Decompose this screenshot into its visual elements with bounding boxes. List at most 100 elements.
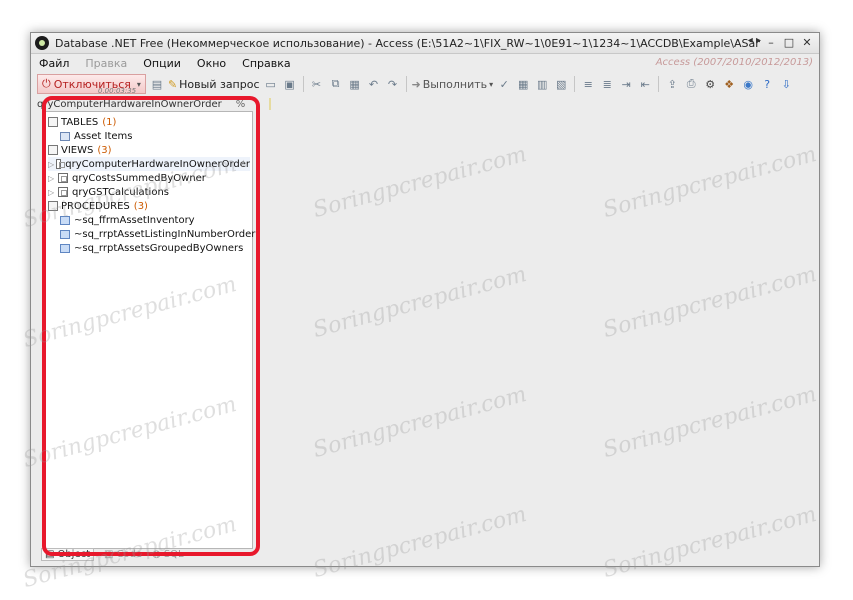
window-controls: – □ ✕ — [763, 35, 815, 50]
tables-count: (1) — [102, 116, 117, 128]
object-tab-icon: ▤ — [45, 548, 55, 560]
align-center-icon[interactable]: ≣ — [599, 76, 615, 92]
folder-icon — [48, 145, 58, 155]
new-query-label: Новый запрос — [179, 77, 260, 91]
open-folder-icon[interactable]: ▭ — [263, 76, 279, 92]
tree-item-procedure-2[interactable]: ~sq_rrptAssetListingInNumberOrder — [60, 227, 255, 241]
views-label: VIEWS — [61, 144, 94, 156]
procedure-icon — [60, 243, 70, 253]
procedure-icon — [60, 215, 70, 225]
code-tab-icon: ▥ — [104, 548, 114, 560]
procedures-count: (3) — [133, 200, 148, 212]
procedure-item-label: ~sq_rrptAssetsGroupedByOwners — [74, 242, 244, 254]
table-icon — [60, 131, 70, 141]
help-icon[interactable]: ? — [759, 76, 775, 92]
menu-window[interactable]: Окно — [189, 57, 234, 70]
web-icon[interactable]: ◉ — [740, 76, 756, 92]
new-query-icon: ✎ — [167, 77, 178, 91]
document-tab-strip: qryComputerHardwareInOwnerOrder % — [37, 97, 272, 111]
tab-object[interactable]: ▤ Object — [41, 547, 95, 561]
save-icon[interactable]: ▣ — [282, 76, 298, 92]
view-icon — [58, 173, 68, 183]
indent-icon[interactable]: ⇥ — [618, 76, 634, 92]
procedures-label: PROCEDURES — [61, 200, 130, 212]
table-item-label: Asset Items — [74, 130, 133, 142]
redo-icon[interactable]: ↷ — [385, 76, 401, 92]
tree-item-procedure-3[interactable]: ~sq_rrptAssetsGroupedByOwners — [60, 241, 243, 255]
procedure-icon — [60, 229, 70, 239]
window-title: Database .NET Free (Некоммерческое испол… — [55, 36, 760, 50]
tab-qry-computer-hardware[interactable]: qryComputerHardwareInOwnerOrder — [37, 99, 222, 110]
paste-icon[interactable]: ▦ — [347, 76, 363, 92]
close-button[interactable]: ✕ — [799, 35, 815, 50]
title-nav-arrows[interactable]: ◂ ▸ — [748, 35, 761, 46]
views-count: (3) — [97, 144, 112, 156]
object-tab-label: Object — [57, 548, 91, 560]
toolbar-separator — [574, 76, 576, 92]
connection-timer: 0.00:03:35 — [98, 87, 137, 95]
document-icon[interactable]: ▤ — [149, 76, 165, 92]
folder-icon — [48, 201, 58, 211]
settings-icon[interactable]: ⚙ — [702, 76, 718, 92]
tree-item-view-1[interactable]: ▷ qryComputerHardwareInOwnerOrder ☆ — [48, 157, 250, 171]
sticky-note-icon[interactable] — [269, 98, 272, 110]
view-item-label: qryComputerHardwareInOwnerOrder — [65, 158, 250, 170]
maximize-button[interactable]: □ — [781, 35, 797, 50]
menu-edit[interactable]: Правка — [77, 57, 135, 70]
print-icon[interactable]: ⎙ — [683, 76, 699, 92]
tree-node-tables[interactable]: TABLES (1) — [48, 115, 116, 129]
grid-icon[interactable]: ▦ — [515, 76, 531, 92]
bottom-tab-strip: ▤ Object ▥ Code ◍ SQL — [41, 547, 184, 561]
check-icon[interactable]: ✓ — [496, 76, 512, 92]
tree-item-view-2[interactable]: ▷ qryCostsSummedByOwner — [48, 171, 206, 185]
toolbar-separator — [658, 76, 660, 92]
view-item-label: qryGSTCalculations — [72, 186, 169, 198]
favorite-star-icon[interactable]: ☆ — [239, 159, 248, 170]
tab-sql[interactable]: ◍ SQL — [152, 549, 184, 560]
outdent-icon[interactable]: ⇤ — [637, 76, 653, 92]
execute-label: Выполнить — [422, 77, 488, 91]
execute-button[interactable]: ➜ Выполнить ▾ — [412, 78, 494, 91]
undo-icon[interactable]: ↶ — [366, 76, 382, 92]
view-icon — [56, 159, 66, 169]
tables-label: TABLES — [61, 116, 99, 128]
object-tree-panel: TABLES (1) Asset Items VIEWS (3) ▷ qryCo… — [43, 111, 255, 549]
code-tab-label: Code — [116, 548, 143, 560]
toolbar: ⏻ Отключиться 0.00:03:35 ▾ ▤ ✎ Новый зап… — [31, 73, 819, 95]
tree-node-views[interactable]: VIEWS (3) — [48, 143, 112, 157]
procedure-item-label: ~sq_rrptAssetListingInNumberOrder — [74, 228, 256, 240]
sql-tab-label: SQL — [163, 548, 184, 560]
tree-node-procedures[interactable]: PROCEDURES (3) — [48, 199, 148, 213]
new-query-button[interactable]: ✎ Новый запрос — [168, 78, 260, 91]
toolbar-separator — [405, 76, 407, 92]
filter-icon[interactable]: ▧ — [553, 76, 569, 92]
tab-code[interactable]: ▥ Code — [104, 549, 142, 560]
plugins-icon[interactable]: ❖ — [721, 76, 737, 92]
table-icon[interactable]: ▥ — [534, 76, 550, 92]
menu-help[interactable]: Справка — [234, 57, 298, 70]
view-item-label: qryCostsSummedByOwner — [72, 172, 206, 184]
menu-options[interactable]: Опции — [135, 57, 189, 70]
download-icon[interactable]: ⇩ — [778, 76, 794, 92]
tree-item-procedure-1[interactable]: ~sq_ffrmAssetInventory — [60, 213, 195, 227]
expand-arrow-icon[interactable]: ▷ — [48, 188, 56, 197]
tree-item-view-3[interactable]: ▷ qryGSTCalculations — [48, 185, 169, 199]
app-window: Database .NET Free (Некоммерческое испол… — [30, 32, 820, 567]
menu-file[interactable]: Файл — [31, 57, 77, 70]
access-version-label: Access (2007/2010/2012/2013) — [655, 57, 813, 68]
tab-percent-label: % — [235, 98, 246, 110]
tree-item-asset-items[interactable]: Asset Items — [60, 129, 133, 143]
minimize-button[interactable]: – — [763, 35, 779, 50]
cut-icon[interactable]: ✂ — [309, 76, 325, 92]
title-bar: Database .NET Free (Некоммерческое испол… — [31, 33, 819, 54]
disconnect-button[interactable]: ⏻ Отключиться 0.00:03:35 ▾ — [37, 74, 146, 95]
expand-arrow-icon[interactable]: ▷ — [48, 174, 56, 183]
toolbar-separator — [302, 76, 304, 92]
chevron-down-icon: ▾ — [489, 79, 494, 89]
align-left-icon[interactable]: ≡ — [580, 76, 596, 92]
export-icon[interactable]: ⇪ — [664, 76, 680, 92]
copy-icon[interactable]: ⧉ — [328, 76, 344, 92]
execute-icon: ➜ — [411, 77, 421, 91]
expand-arrow-icon[interactable]: ▷ — [48, 160, 54, 169]
procedure-item-label: ~sq_ffrmAssetInventory — [74, 214, 195, 226]
